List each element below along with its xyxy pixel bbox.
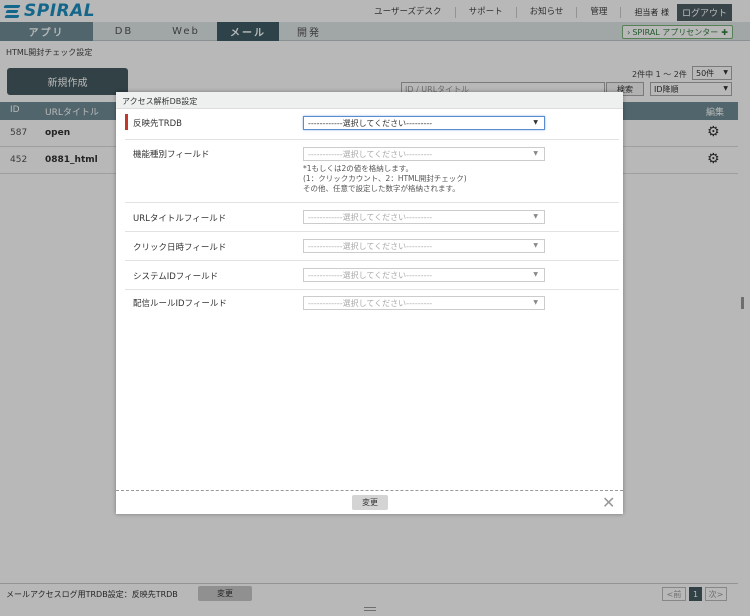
select-value: ------------選択してください--------- — [308, 213, 433, 222]
select-value: ------------選択してください--------- — [308, 150, 433, 159]
system-id-select[interactable]: ------------選択してください--------- ▼ — [303, 268, 545, 282]
chevron-down-icon: ▼ — [533, 271, 538, 278]
function-type-select[interactable]: ------------選択してください--------- ▼ — [303, 147, 545, 161]
field-label: クリック日時フィールド — [133, 243, 227, 253]
field-row-target-trdb: 反映先TRDB ------------選択してください--------- ▼ — [125, 114, 619, 140]
field-label: システムIDフィールド — [133, 272, 219, 282]
field-label: URLタイトルフィールド — [133, 214, 227, 224]
chevron-down-icon: ▼ — [533, 119, 538, 126]
field-row-click-datetime: クリック日時フィールド ------------選択してください--------… — [125, 232, 619, 261]
chevron-down-icon: ▼ — [533, 213, 538, 220]
select-value: ------------選択してください--------- — [308, 271, 433, 280]
select-value: ------------選択してください--------- — [308, 242, 433, 251]
chevron-down-icon: ▼ — [533, 242, 538, 249]
note-line: (1：クリックカウント、2：HTML開封チェック) — [303, 174, 467, 183]
access-analysis-db-dialog: アクセス解析DB設定 反映先TRDB ------------選択してください-… — [116, 92, 623, 514]
note-line: その他、任意で設定した数字が格納されます。 — [303, 184, 460, 193]
url-title-select[interactable]: ------------選択してください--------- ▼ — [303, 210, 545, 224]
dialog-footer: 変更 ✕ — [116, 490, 623, 514]
chevron-down-icon: ▼ — [533, 299, 538, 306]
chevron-down-icon: ▼ — [533, 150, 538, 157]
note-line: *1もしくは2の値を格納します。 — [303, 164, 414, 173]
select-value: ------------選択してください--------- — [308, 119, 433, 128]
field-row-function-type: 機能種別フィールド ------------選択してください--------- … — [125, 140, 619, 203]
select-value: ------------選択してください--------- — [308, 299, 433, 308]
field-label: 機能種別フィールド — [133, 150, 210, 160]
dialog-change-button[interactable]: 変更 — [352, 495, 388, 510]
delivery-rule-id-select[interactable]: ------------選択してください--------- ▼ — [303, 296, 545, 310]
required-marker — [125, 114, 128, 130]
field-row-system-id: システムIDフィールド ------------選択してください--------… — [125, 261, 619, 290]
field-row-url-title: URLタイトルフィールド ------------選択してください-------… — [125, 203, 619, 232]
close-icon[interactable]: ✕ — [602, 493, 615, 512]
function-type-note: *1もしくは2の値を格納します。 (1：クリックカウント、2：HTML開封チェッ… — [303, 164, 467, 194]
field-label: 反映先TRDB — [133, 119, 182, 129]
click-datetime-select[interactable]: ------------選択してください--------- ▼ — [303, 239, 545, 253]
dialog-title: アクセス解析DB設定 — [116, 92, 623, 109]
field-label: 配信ルールIDフィールド — [133, 299, 227, 309]
target-trdb-select[interactable]: ------------選択してください--------- ▼ — [303, 116, 545, 130]
field-row-delivery-rule-id: 配信ルールIDフィールド ------------選択してください-------… — [125, 290, 619, 319]
